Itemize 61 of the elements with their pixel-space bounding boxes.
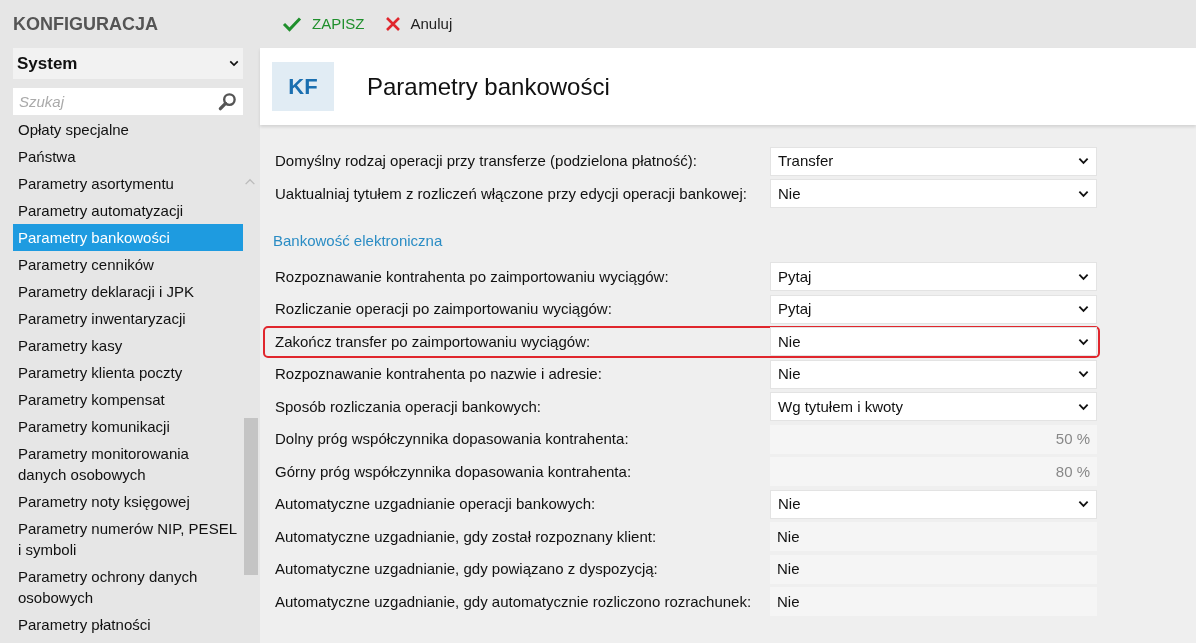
chevron-down-icon (1078, 370, 1089, 379)
setting-label: Uaktualniaj tytułem z rozliczeń włączone przy edycji operacji bankowej: (275, 183, 748, 204)
readonly-field: Nie (770, 522, 1097, 552)
dropdown-field[interactable]: Transfer (770, 146, 1097, 176)
setting-label: Rozpoznawanie kontrahenta po nazwie i adresie: (275, 364, 603, 384)
setting-label: Górny próg współczynnika dopasowania kontrahenta: (275, 461, 633, 482)
chevron-down-icon (1078, 337, 1089, 346)
dropdown-field[interactable]: Nie (770, 327, 1097, 357)
app-title: KONFIGURACJA (12, 12, 159, 36)
setting-label: Automatyczne uzgadnianie, gdy został rozpoznany klient: (275, 526, 658, 547)
setting-label: Automatyczne uzgadnianie, gdy powiązano z dyspozycją: (275, 559, 659, 579)
sidebar-item[interactable]: Parametry inwentaryzacji (13, 305, 243, 332)
sidebar-item[interactable]: Państwa (13, 143, 243, 170)
sidebar-item[interactable]: Parametry cenników (13, 251, 243, 278)
search-icon[interactable] (218, 92, 237, 111)
sidebar-item[interactable]: Parametry numerów NIP, PESEL i symboli (13, 515, 243, 563)
sidebar-item[interactable]: Parametry ochrony danych osobowych (13, 563, 243, 611)
setting-label: Domyślny rodzaj operacji przy transferze (podzielona płatność): (275, 151, 698, 171)
dropdown-field[interactable]: Wg tytułem i kwoty (770, 392, 1097, 422)
chevron-down-icon (1078, 189, 1089, 198)
chevron-down-icon (229, 60, 239, 67)
setting-label: Sposób rozliczania operacji bankowych: (275, 396, 542, 417)
category-dropdown[interactable]: System (13, 48, 243, 79)
checkmark-icon (282, 16, 302, 32)
sidebar-item[interactable]: Parametry noty księgowej (13, 488, 243, 515)
setting-label: Automatyczne uzgadnianie operacji bankowych: (275, 494, 597, 514)
setting-label: Zakończ transfer po zaimportowaniu wyciągów: (275, 331, 592, 352)
sidebar-item[interactable]: Parametry płatności (13, 611, 243, 638)
dropdown-field[interactable]: Pytaj (770, 262, 1097, 292)
sidebar-item[interactable]: Parametry klienta poczty (13, 359, 243, 386)
sidebar-item[interactable]: Parametry asortymentu (13, 170, 243, 197)
section-title: Bankowość elektroniczna (272, 231, 444, 251)
scrollbar-thumb[interactable] (244, 418, 258, 575)
cancel-button[interactable]: Anuluj (384, 12, 453, 36)
sidebar-item[interactable]: Parametry kompensat (13, 386, 243, 413)
sidebar-item[interactable]: Parametry automatyzacji (13, 197, 243, 224)
dropdown-field[interactable]: Pytaj (770, 294, 1097, 324)
dropdown-field[interactable]: Nie (770, 489, 1097, 519)
chevron-down-icon (1078, 157, 1089, 166)
scroll-up-icon (244, 178, 256, 185)
sidebar-item[interactable]: Opłaty specjalne (13, 116, 243, 143)
setting-label: Dolny próg współczynnika dopasowania kontrahenta: (275, 429, 630, 449)
sidebar-item[interactable]: Parametry komunikacji (13, 413, 243, 440)
page-title: Parametry bankowości (367, 71, 610, 102)
sidebar-item[interactable]: Parametry deklaracji i JPK (13, 278, 243, 305)
dropdown-field[interactable]: Nie (770, 179, 1097, 209)
search-field[interactable]: Szukaj (13, 88, 243, 115)
dropdown-field[interactable]: Nie (770, 359, 1097, 389)
chevron-down-icon (1078, 305, 1089, 314)
module-badge: KF (272, 62, 334, 111)
readonly-field: Nie (770, 554, 1097, 584)
setting-label: Rozpoznawanie kontrahenta po zaimportowaniu wyciągów: (275, 266, 670, 287)
chevron-down-icon (1078, 272, 1089, 281)
setting-label: Automatyczne uzgadnianie, gdy automatycznie rozliczono rozrachunek: (275, 591, 753, 612)
setting-label: Rozliczanie operacji po zaimportowaniu wyciągów: (275, 299, 613, 319)
chevron-down-icon (1078, 402, 1089, 411)
readonly-field: Nie (770, 587, 1097, 617)
chevron-down-icon (1078, 500, 1089, 509)
sidebar-item[interactable]: Parametry monitorowania danych osobowych (13, 440, 243, 488)
sidebar-item[interactable]: Parametry kasy (13, 332, 243, 359)
close-icon (384, 16, 401, 32)
